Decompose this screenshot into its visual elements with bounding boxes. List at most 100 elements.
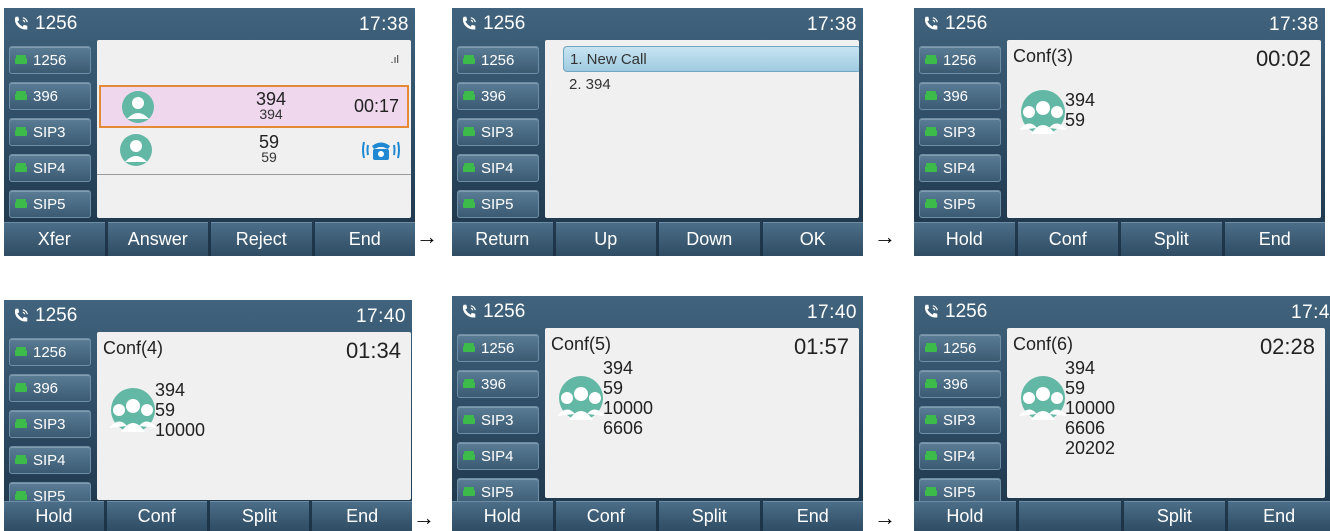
account-number: 1256 bbox=[35, 13, 78, 34]
line-key-3[interactable]: SIP3 bbox=[457, 118, 539, 146]
line-key-4[interactable]: SIP4 bbox=[9, 446, 91, 474]
line-key-2[interactable]: 396 bbox=[457, 370, 539, 398]
line-phone-icon bbox=[15, 199, 27, 208]
softkey-end[interactable]: End bbox=[314, 222, 415, 256]
softkey-split[interactable]: Split bbox=[1123, 501, 1226, 531]
softkey-ok[interactable]: OK bbox=[762, 222, 863, 256]
status-bar: 1256 17:4 bbox=[914, 296, 1330, 324]
line-key-label: 1256 bbox=[943, 339, 977, 357]
conference-panel: Conf(5) 01:57 394 59 10000 6606 bbox=[545, 328, 859, 498]
line-key-1[interactable]: 1256 bbox=[457, 334, 539, 362]
softkey-bar: Return Up Down OK bbox=[452, 222, 863, 256]
member-59: 59 bbox=[155, 400, 176, 420]
line-key-2[interactable]: 396 bbox=[919, 370, 1001, 398]
call-row-active[interactable]: 394 394 00:17 bbox=[99, 85, 409, 128]
conference-panel: Conf(4) 01:34 394 59 10000 bbox=[97, 332, 411, 500]
menu-item-394[interactable]: 2. 394 bbox=[563, 72, 859, 96]
line-key-2[interactable]: 396 bbox=[9, 82, 91, 110]
softkey-reject[interactable]: Reject bbox=[211, 222, 312, 256]
line-key-1[interactable]: 1256 bbox=[9, 338, 91, 366]
clock: 17:38 bbox=[1268, 14, 1319, 35]
line-key-3[interactable]: SIP3 bbox=[9, 118, 91, 146]
line-key-4[interactable]: SIP4 bbox=[457, 154, 539, 182]
caller-number: 394 bbox=[259, 105, 283, 122]
softkey-conf[interactable]: Conf bbox=[555, 501, 656, 531]
line-key-4[interactable]: SIP4 bbox=[457, 442, 539, 470]
line-key-1[interactable]: 1256 bbox=[919, 334, 1001, 362]
line-key-label: SIP4 bbox=[33, 451, 66, 469]
member-394: 394 bbox=[1065, 90, 1096, 110]
phone-screen-5: 1256 17:40 1256 396 SIP3 SIP4 SIP5 Conf(… bbox=[452, 296, 863, 531]
softkey-conf[interactable]: Conf bbox=[1017, 222, 1118, 256]
line-key-4[interactable]: SIP4 bbox=[919, 154, 1001, 182]
line-key-1[interactable]: 1256 bbox=[457, 46, 539, 74]
softkey-end[interactable]: End bbox=[312, 501, 412, 531]
line-phone-icon bbox=[15, 91, 27, 100]
member-59: 59 bbox=[1065, 378, 1086, 398]
list-divider bbox=[97, 174, 411, 175]
line-key-label: 396 bbox=[943, 87, 969, 105]
line-key-2[interactable]: 396 bbox=[457, 82, 539, 110]
line-key-5[interactable]: SIP5 bbox=[919, 190, 1001, 218]
line-key-2[interactable]: 396 bbox=[919, 82, 1001, 110]
clock: 17:4 bbox=[1291, 302, 1330, 323]
line-key-5[interactable]: SIP5 bbox=[457, 190, 539, 218]
line-key-label: 1256 bbox=[33, 51, 67, 69]
line-key-4[interactable]: SIP4 bbox=[919, 442, 1001, 470]
clock: 17:38 bbox=[806, 14, 857, 35]
account-number: 1256 bbox=[945, 13, 988, 34]
line-key-label: SIP3 bbox=[481, 411, 514, 429]
softkey-return[interactable]: Return bbox=[452, 222, 553, 256]
line-key-4[interactable]: SIP4 bbox=[9, 154, 91, 182]
softkey-conf[interactable]: Conf bbox=[106, 501, 207, 531]
line-phone-icon bbox=[15, 163, 27, 172]
softkey-down[interactable]: Down bbox=[659, 222, 760, 256]
softkey-up[interactable]: Up bbox=[555, 222, 656, 256]
member-394: 394 bbox=[1065, 358, 1096, 378]
line-phone-icon bbox=[925, 199, 937, 208]
softkey-hold[interactable]: Hold bbox=[914, 501, 1016, 531]
softkey-split[interactable]: Split bbox=[659, 501, 760, 531]
ringing-phone-icon bbox=[362, 141, 400, 160]
softkey-end[interactable]: End bbox=[1224, 222, 1325, 256]
caller-name: 59 bbox=[258, 131, 280, 152]
call-row-incoming[interactable]: 59 59 bbox=[99, 130, 409, 169]
line-phone-icon bbox=[925, 55, 937, 64]
softkey-blank[interactable] bbox=[1018, 501, 1121, 531]
line-phone-icon bbox=[15, 419, 27, 428]
line-key-1[interactable]: 1256 bbox=[919, 46, 1001, 74]
softkey-answer[interactable]: Answer bbox=[107, 222, 208, 256]
member-394: 394 bbox=[155, 380, 186, 400]
line-keys: 1256 396 SIP3 SIP4 SIP5 bbox=[9, 46, 91, 226]
line-key-1[interactable]: 1256 bbox=[9, 46, 91, 74]
line-key-2[interactable]: 396 bbox=[9, 374, 91, 402]
softkey-hold[interactable]: Hold bbox=[914, 222, 1015, 256]
line-phone-icon bbox=[463, 379, 475, 388]
softkey-split[interactable]: Split bbox=[209, 501, 310, 531]
line-key-3[interactable]: SIP3 bbox=[919, 406, 1001, 434]
caller-name: 394 bbox=[255, 88, 287, 109]
line-key-3[interactable]: SIP3 bbox=[457, 406, 539, 434]
account-number: 1256 bbox=[945, 301, 988, 322]
softkey-split[interactable]: Split bbox=[1121, 222, 1222, 256]
account-indicator: 1256 bbox=[12, 305, 77, 327]
account-number: 1256 bbox=[35, 305, 78, 326]
line-key-5[interactable]: SIP5 bbox=[9, 190, 91, 218]
softkey-xfer[interactable]: Xfer bbox=[4, 222, 105, 256]
account-indicator: 1256 bbox=[12, 13, 77, 35]
line-phone-icon bbox=[15, 383, 27, 392]
softkey-hold[interactable]: Hold bbox=[4, 501, 104, 531]
menu-item-new-call[interactable]: 1. New Call bbox=[563, 46, 859, 72]
softkey-end[interactable]: End bbox=[1228, 501, 1330, 531]
line-key-3[interactable]: SIP3 bbox=[9, 410, 91, 438]
softkey-end[interactable]: End bbox=[762, 501, 863, 531]
softkey-hold[interactable]: Hold bbox=[452, 501, 553, 531]
conference-title: Conf(5) bbox=[551, 334, 612, 354]
line-key-3[interactable]: SIP3 bbox=[919, 118, 1001, 146]
account-number: 1256 bbox=[483, 301, 526, 322]
account-indicator: 1256 bbox=[922, 13, 987, 35]
line-phone-icon bbox=[463, 415, 475, 424]
line-key-label: 396 bbox=[943, 375, 969, 393]
member-394: 394 bbox=[603, 358, 634, 378]
line-phone-icon bbox=[463, 55, 475, 64]
